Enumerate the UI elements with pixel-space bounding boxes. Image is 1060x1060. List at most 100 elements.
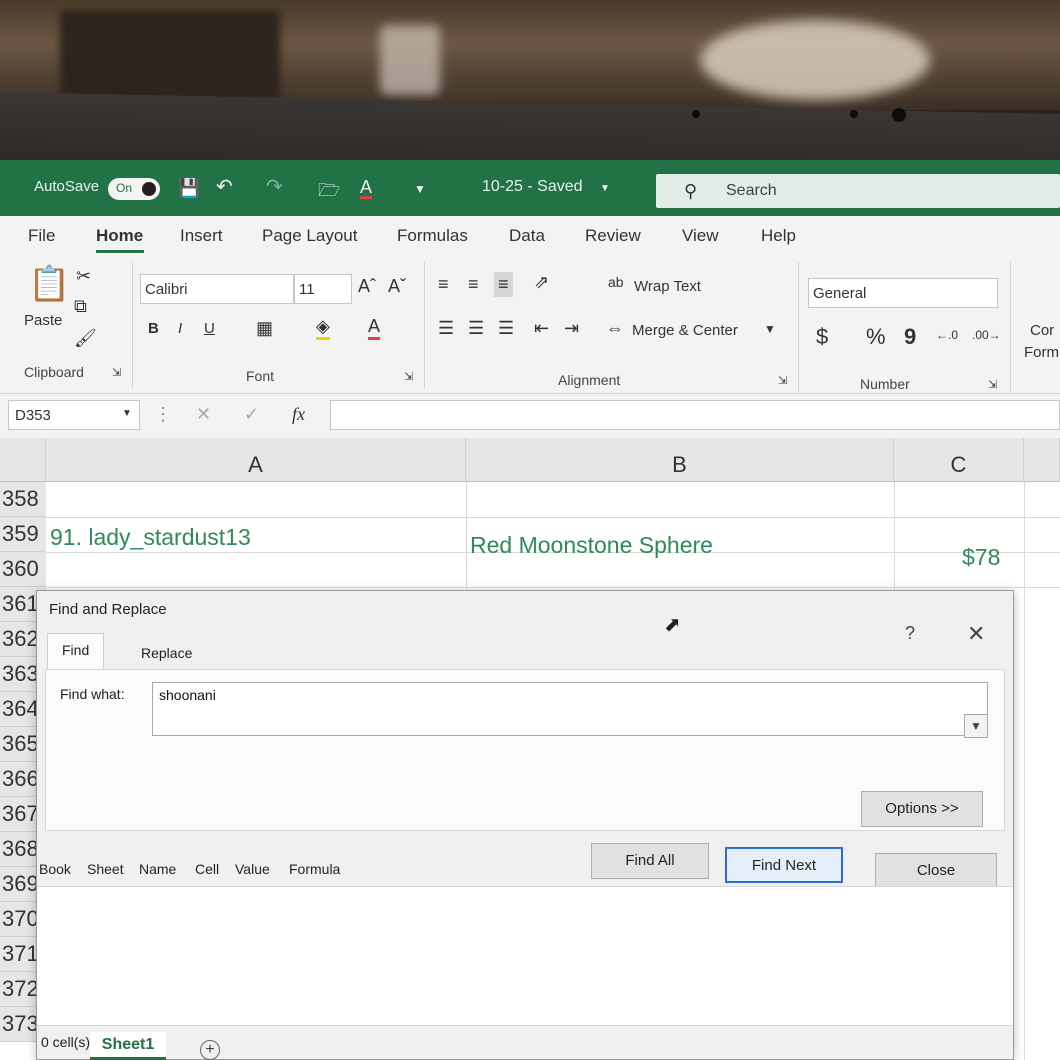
italic-button[interactable]: I — [178, 320, 182, 337]
currency-button[interactable]: $ — [816, 324, 828, 350]
cell-b359[interactable]: Red Moonstone Sphere — [470, 532, 713, 559]
results-col-cell[interactable]: Cell — [195, 861, 219, 877]
wrap-text-button[interactable]: Wrap Text — [634, 278, 701, 295]
row-header[interactable]: 359 — [0, 517, 46, 552]
tab-insert[interactable]: Insert — [180, 226, 223, 246]
insert-function-icon[interactable]: fx — [292, 404, 305, 425]
number-format-select[interactable]: General — [808, 278, 998, 308]
column-header-a[interactable]: A — [46, 438, 466, 482]
tab-help[interactable]: Help — [761, 226, 796, 246]
format-painter-icon[interactable]: 🖌 — [74, 328, 97, 349]
save-icon[interactable]: 💾 — [178, 178, 200, 199]
format-as-table-button[interactable]: Form — [1024, 344, 1059, 361]
name-box[interactable]: D353 — [8, 400, 140, 430]
align-middle-icon[interactable]: ≡ — [468, 274, 479, 295]
undo-icon[interactable]: ↶ — [216, 174, 233, 199]
tab-find[interactable]: Find — [47, 633, 105, 669]
tab-view[interactable]: View — [682, 226, 719, 246]
decrease-font-icon[interactable]: Aˇ — [388, 276, 406, 297]
cut-icon[interactable]: ✂ — [76, 266, 91, 287]
conditional-formatting-button[interactable]: Cor — [1030, 322, 1054, 339]
add-sheet-icon[interactable]: + — [200, 1040, 220, 1060]
underline-button[interactable]: U — [204, 320, 215, 337]
tab-review[interactable]: Review — [585, 226, 641, 246]
copy-icon[interactable]: ⧉ — [74, 296, 87, 317]
customize-qat-icon[interactable]: ▼ — [414, 182, 426, 196]
results-col-value[interactable]: Value — [235, 861, 270, 877]
fill-color-icon[interactable]: ◈ — [316, 316, 330, 340]
column-header-d[interactable] — [1024, 438, 1060, 482]
align-top-icon[interactable]: ≡ — [438, 274, 449, 295]
results-col-book[interactable]: Book — [39, 861, 71, 877]
results-list[interactable] — [37, 887, 1013, 1025]
options-button[interactable]: Options >> — [861, 791, 983, 827]
open-folder-icon[interactable]: 🗁 — [318, 178, 340, 208]
formula-bar: D353 ▼ ⋮ ✕ ✓ fx — [0, 394, 1060, 438]
paste-button[interactable]: Paste — [24, 312, 62, 329]
title-dropdown-icon[interactable]: ▼ — [600, 183, 610, 194]
search-icon: ⚲ — [684, 181, 698, 201]
autosave-toggle[interactable]: On — [108, 178, 160, 200]
decrease-decimal-icon[interactable]: .00→ — [972, 328, 1001, 342]
increase-indent-icon[interactable]: ⇥ — [564, 318, 579, 339]
borders-icon[interactable]: ▦ — [256, 318, 273, 339]
column-header-b[interactable]: B — [466, 438, 894, 482]
increase-font-icon[interactable]: Aˆ — [358, 276, 376, 297]
font-launcher-icon[interactable]: ⇲ — [404, 370, 413, 383]
merge-icon: ⇔ — [606, 318, 624, 338]
tab-page-layout[interactable]: Page Layout — [262, 226, 357, 246]
percent-button[interactable]: % — [866, 324, 886, 350]
font-color-icon[interactable]: A — [360, 178, 373, 199]
tab-formulas[interactable]: Formulas — [397, 226, 468, 246]
paste-icon[interactable]: 📋 — [28, 264, 70, 304]
orientation-icon[interactable]: ⇗ — [534, 272, 549, 293]
cell-c359[interactable]: $78 — [962, 544, 1000, 571]
results-col-name[interactable]: Name — [139, 861, 176, 877]
cancel-icon[interactable]: ✕ — [196, 404, 211, 425]
results-col-formula[interactable]: Formula — [289, 861, 340, 877]
tab-home[interactable]: Home — [96, 226, 143, 246]
cell-a359[interactable]: 91. lady_stardust13 — [50, 524, 251, 551]
search-box[interactable]: ⚲ Search — [656, 174, 1060, 208]
excel-window: AutoSave On 💾 ↶ ↷ 🗁 A ▼ 10-25 - Saved ▼ … — [0, 160, 1060, 1060]
formula-input[interactable] — [330, 400, 1060, 430]
help-button[interactable]: ? — [905, 623, 915, 644]
ribbon-tabs: File Home Insert Page Layout Formulas Da… — [0, 216, 1060, 256]
merge-center-button[interactable]: Merge & Center — [632, 322, 738, 339]
clipboard-launcher-icon[interactable]: ⇲ — [112, 366, 121, 379]
merge-dropdown-icon[interactable]: ▼ — [764, 322, 776, 336]
results-col-sheet[interactable]: Sheet — [87, 861, 124, 877]
name-box-dropdown-icon[interactable]: ▼ — [122, 408, 132, 419]
bold-button[interactable]: B — [148, 320, 159, 337]
row-header[interactable]: 360 — [0, 552, 46, 587]
align-bottom-icon[interactable]: ≡ — [494, 272, 513, 297]
select-all-corner[interactable] — [0, 438, 46, 482]
tab-file[interactable]: File — [28, 226, 55, 246]
tab-replace[interactable]: Replace — [127, 637, 206, 669]
increase-decimal-icon[interactable]: ←.0 — [936, 328, 958, 342]
font-family-select[interactable]: Calibri — [140, 274, 294, 304]
document-title[interactable]: 10-25 - Saved — [482, 178, 583, 196]
find-what-input[interactable]: shoonani — [152, 682, 988, 736]
font-color-icon[interactable]: A — [368, 316, 381, 340]
redo-icon[interactable]: ↷ — [266, 174, 283, 199]
autosave-state: On — [116, 181, 133, 195]
tab-data[interactable]: Data — [509, 226, 545, 246]
align-center-icon[interactable]: ☰ — [468, 318, 484, 339]
enter-icon[interactable]: ✓ — [244, 404, 259, 425]
column-header-c[interactable]: C — [894, 438, 1024, 482]
dialog-title: Find and Replace — [49, 601, 167, 618]
decrease-indent-icon[interactable]: ⇤ — [534, 318, 549, 339]
close-icon[interactable]: ✕ — [967, 621, 985, 647]
row-header[interactable]: 358 — [0, 482, 46, 517]
alignment-launcher-icon[interactable]: ⇲ — [778, 374, 787, 387]
wrap-text-icon: ab — [608, 274, 624, 290]
title-bar: AutoSave On 💾 ↶ ↷ 🗁 A ▼ 10-25 - Saved ▼ … — [0, 160, 1060, 216]
number-launcher-icon[interactable]: ⇲ — [988, 378, 997, 391]
find-history-dropdown-icon[interactable]: ▼ — [964, 714, 988, 738]
align-left-icon[interactable]: ☰ — [438, 318, 454, 339]
sheet-tab-sheet1[interactable]: Sheet1 — [90, 1032, 166, 1060]
font-size-select[interactable]: 11 — [294, 274, 352, 304]
align-right-icon[interactable]: ☰ — [498, 318, 514, 339]
comma-button[interactable]: 9 — [904, 324, 916, 350]
